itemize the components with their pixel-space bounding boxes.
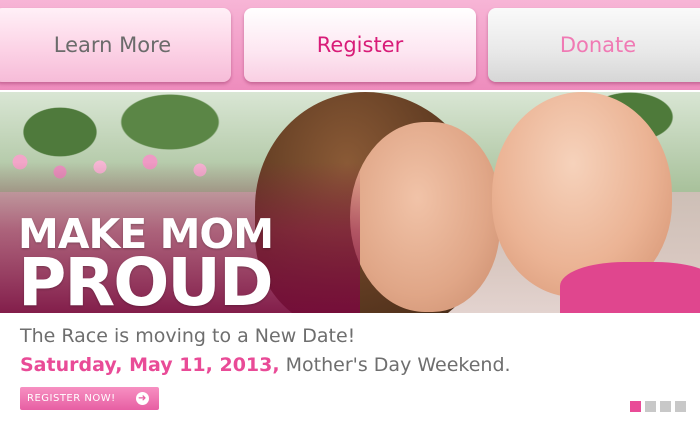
hero-photo-woman-face: [350, 122, 500, 312]
register-button[interactable]: Register: [244, 8, 476, 82]
hero-photo-pink-shirt: [560, 262, 700, 313]
carousel-dot-2[interactable]: [645, 401, 656, 412]
register-now-button[interactable]: REGISTER NOW! ➜: [20, 387, 159, 410]
carousel-dot-4[interactable]: [675, 401, 686, 412]
announcement-date-suffix: Mother's Day Weekend.: [279, 354, 511, 376]
announcement-headline: The Race is moving to a New Date!: [20, 325, 356, 347]
donate-button[interactable]: Donate: [488, 8, 700, 82]
register-now-label: REGISTER NOW!: [27, 393, 116, 404]
carousel-dot-3[interactable]: [660, 401, 671, 412]
carousel-dot-1[interactable]: [630, 401, 641, 412]
announcement-date: Saturday, May 11, 2013,: [20, 354, 280, 376]
hero-banner[interactable]: MAKE MOM PROUD: [0, 92, 700, 313]
announcement-date-line: Saturday, May 11, 2013, Mother's Day Wee…: [20, 354, 511, 376]
hero-title-line2: PROUD: [18, 244, 274, 314]
arrow-right-icon: ➜: [136, 392, 149, 405]
learn-more-button[interactable]: Learn More: [0, 8, 231, 82]
carousel-pagination: [630, 401, 686, 412]
